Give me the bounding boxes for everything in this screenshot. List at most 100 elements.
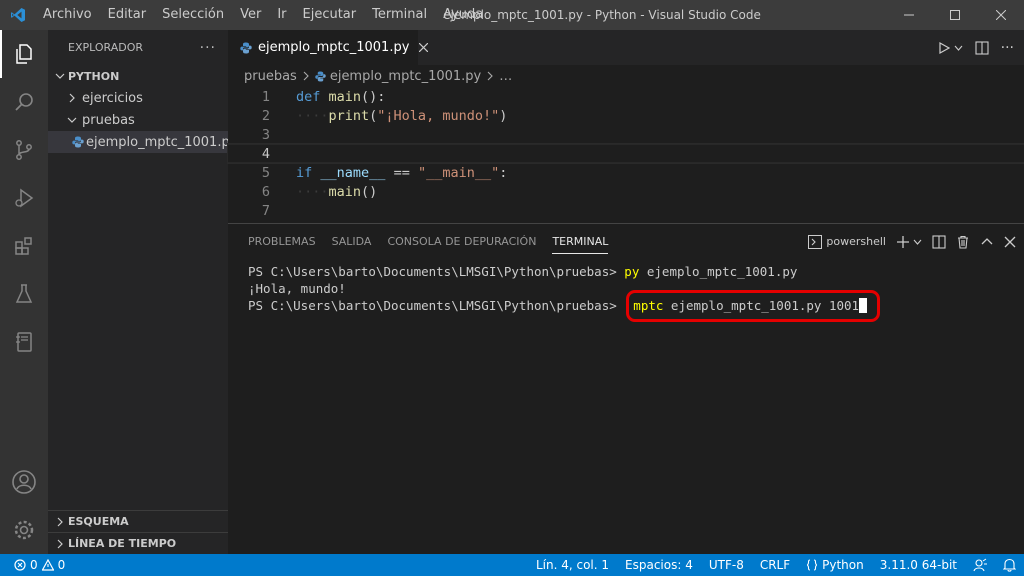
feedback-button[interactable] — [965, 558, 995, 572]
python-file-icon — [315, 70, 326, 82]
terminal-command: mptc — [633, 298, 664, 313]
terminal-line: PS C:\Users\barto\Documents\LMSGI\Python… — [248, 289, 1024, 322]
more-actions-icon[interactable]: ··· — [1001, 40, 1014, 56]
editor-actions: ··· — [938, 30, 1014, 65]
notebook-icon — [16, 332, 32, 352]
run-debug-button[interactable] — [0, 174, 48, 222]
folder-section-python[interactable]: PYTHON — [48, 65, 228, 87]
menu-bar: Archivo Editar Selección Ver Ir Ejecutar… — [35, 0, 491, 30]
chevron-right-icon — [303, 71, 309, 81]
timeline-section[interactable]: LÍNEA DE TIEMPO — [48, 532, 228, 554]
code-line: 1 def main(): — [228, 87, 1024, 106]
code-text: def main(): — [296, 88, 386, 105]
explorer-header: EXPLORADOR ··· — [48, 30, 228, 65]
run-file-button[interactable] — [938, 41, 963, 54]
outline-section[interactable]: ESQUEMA — [48, 510, 228, 532]
remote-explorer-button[interactable] — [0, 318, 48, 366]
chevron-right-icon — [487, 71, 494, 81]
maximize-button[interactable] — [932, 0, 978, 30]
code-text: ····print("¡Hola, mundo!") — [296, 107, 508, 124]
close-icon[interactable] — [1004, 236, 1016, 248]
more-actions-icon[interactable]: ··· — [200, 40, 216, 56]
editor-area: ejemplo_mptc_1001.py ··· pruebas ejemplo… — [227, 30, 1024, 223]
tree-item-label: ejemplo_mptc_1001.py — [86, 134, 238, 150]
chevron-right-icon — [64, 90, 80, 106]
menu-archivo[interactable]: Archivo — [35, 0, 100, 30]
menu-ir[interactable]: Ir — [269, 0, 294, 30]
chevron-up-icon[interactable] — [980, 235, 994, 249]
tree-item-label: ejercicios — [82, 90, 143, 106]
split-terminal-icon[interactable] — [932, 234, 946, 249]
new-terminal-button[interactable] — [896, 235, 922, 249]
manage-button[interactable] — [0, 506, 48, 554]
trash-icon[interactable] — [956, 235, 970, 249]
highlight-box: mptc ejemplo_mptc_1001.py 1001 — [626, 289, 881, 322]
terminal-prompt: PS C:\Users\barto\Documents\LMSGI\Python… — [248, 264, 625, 279]
tree-item-ejemplo-file[interactable]: ejemplo_mptc_1001.py — [48, 131, 237, 153]
folder-title: PYTHON — [68, 69, 120, 83]
timeline-title: LÍNEA DE TIEMPO — [68, 537, 177, 550]
python-interpreter[interactable]: 3.11.0 64-bit — [872, 554, 965, 576]
close-window-button[interactable] — [978, 0, 1024, 30]
python-file-icon — [240, 42, 252, 54]
extensions-button[interactable] — [0, 222, 48, 270]
language-mode[interactable]: Python — [798, 554, 872, 576]
tab-ejemplo-file[interactable]: ejemplo_mptc_1001.py — [228, 30, 429, 65]
bell-icon — [1003, 558, 1016, 572]
minimize-icon — [904, 14, 914, 16]
menu-terminal[interactable]: Terminal — [364, 0, 435, 30]
menu-ayuda[interactable]: Ayuda — [435, 0, 491, 30]
source-control-button[interactable] — [0, 126, 48, 174]
line-number: 6 — [261, 183, 270, 200]
braces-icon — [807, 559, 818, 571]
indentation[interactable]: Espacios: 4 — [617, 554, 701, 576]
cursor-position[interactable]: Lín. 4, col. 1 — [528, 554, 617, 576]
menu-ejecutar[interactable]: Ejecutar — [295, 0, 365, 30]
end-of-line[interactable]: CRLF — [752, 554, 798, 576]
terminal-output[interactable]: PS C:\Users\barto\Documents\LMSGI\Python… — [228, 259, 1024, 322]
code-editor[interactable]: 1 def main(): 2 ····print("¡Hola, mundo!… — [227, 87, 1024, 220]
warning-icon — [41, 559, 54, 571]
tab-terminal[interactable]: TERMINAL — [552, 230, 609, 254]
tab-problemas[interactable]: PROBLEMAS — [240, 224, 324, 259]
shell-selector[interactable]: powershell — [808, 234, 886, 249]
split-editor-icon[interactable] — [975, 40, 989, 55]
breadcrumb-file[interactable]: ejemplo_mptc_1001.py — [330, 69, 481, 84]
tree-item-ejercicios[interactable]: ejercicios — [48, 87, 228, 109]
problems-indicator[interactable]: 0 0 — [0, 558, 65, 572]
chevron-down-icon — [913, 239, 922, 245]
tree-item-pruebas[interactable]: pruebas — [48, 109, 228, 131]
code-text: ····main() — [296, 183, 378, 200]
accounts-button[interactable] — [0, 458, 48, 506]
minimize-button[interactable] — [886, 0, 932, 30]
menu-seleccion[interactable]: Selección — [154, 0, 232, 30]
explorer-button[interactable] — [0, 30, 48, 78]
activity-bar — [0, 30, 48, 554]
breadcrumb-folder[interactable]: pruebas — [244, 69, 297, 84]
sidebar-bottom-sections: ESQUEMA LÍNEA DE TIEMPO — [48, 510, 228, 554]
line-number: 1 — [261, 88, 270, 105]
search-button[interactable] — [0, 78, 48, 126]
error-icon — [14, 559, 26, 571]
chevron-down-icon — [954, 45, 963, 51]
error-count: 0 — [30, 558, 38, 572]
language-label: Python — [822, 558, 864, 572]
status-bar: 0 0 Lín. 4, col. 1 Espacios: 4 UTF-8 CRL… — [0, 554, 1024, 576]
chevron-down-icon — [64, 112, 80, 128]
terminal-output-text: ¡Hola, mundo! — [248, 281, 346, 296]
terminal-args: ejemplo_mptc_1001.py — [639, 264, 798, 279]
tab-consola-depuracion[interactable]: CONSOLA DE DEPURACIÓN — [379, 224, 544, 259]
tab-close-icon[interactable] — [419, 43, 429, 52]
notifications-button[interactable] — [995, 558, 1024, 572]
code-text: if __name__ == "__main__": — [296, 164, 508, 181]
window-controls — [886, 0, 1024, 30]
menu-editar[interactable]: Editar — [100, 0, 155, 30]
close-icon — [996, 10, 1006, 20]
tab-salida[interactable]: SALIDA — [324, 224, 380, 259]
chevron-down-icon — [52, 68, 68, 84]
line-number: 5 — [261, 164, 270, 181]
testing-button[interactable] — [0, 270, 48, 318]
breadcrumb-more[interactable]: … — [499, 69, 512, 84]
menu-ver[interactable]: Ver — [232, 0, 269, 30]
encoding[interactable]: UTF-8 — [701, 554, 752, 576]
